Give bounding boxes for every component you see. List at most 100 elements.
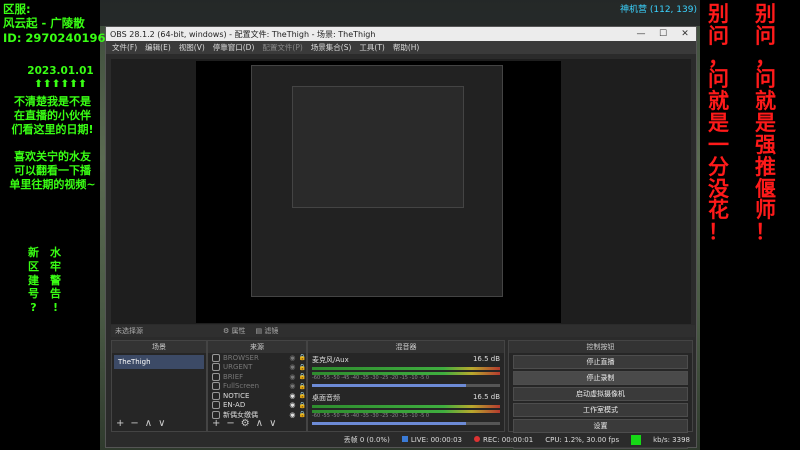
- source-name: BRIEF: [223, 372, 244, 381]
- source-name: EN-AD: [223, 401, 246, 410]
- desktop-ticks: -60 -55 -50 -45 -40 -35 -30 -25 -20 -15 …: [312, 413, 430, 419]
- window-title: OBS 28.1.2 (64-bit, windows) - 配置文件: The…: [110, 29, 376, 39]
- menu-edit[interactable]: 编辑(E): [145, 42, 171, 53]
- overlay-vertical-left: 新区建号?: [28, 246, 39, 315]
- menu-view[interactable]: 视图(V): [179, 42, 205, 53]
- status-bar: 丢帧 0 (0.0%) LIVE: 00:00:03 REC: 00:00:01…: [106, 433, 696, 447]
- remove-scene-icon[interactable]: −: [130, 418, 138, 429]
- source-name: NOTICE: [223, 391, 250, 400]
- mic-ticks: -60 -55 -50 -45 -40 -35 -30 -25 -20 -15 …: [312, 375, 430, 381]
- overlay-note-block: 不清楚我是不是 在直播的小伙伴 们看这里的日期!: [5, 95, 100, 136]
- red-col1-char: 是: [708, 111, 729, 136]
- close-icon[interactable]: ✕: [674, 29, 696, 39]
- red-col1-char: ，: [708, 45, 729, 70]
- red-col1-char: 就: [708, 89, 729, 114]
- mic-volume-slider[interactable]: [312, 384, 500, 387]
- source-settings-icon[interactable]: ⚙: [241, 418, 250, 429]
- lock-icon[interactable]: 🔒: [299, 364, 306, 371]
- overlay-right-char: 告: [50, 287, 61, 301]
- stop-streaming-button[interactable]: 停止直播: [513, 355, 688, 369]
- sources-title: 来源: [250, 343, 264, 351]
- controls-dock: 控制按钮 停止直播 停止录制 启动虚拟摄像机 工作室模式 设置 退出: [508, 340, 693, 449]
- overlay-right-char: 水: [50, 246, 61, 259]
- move-up-icon[interactable]: ∧: [145, 418, 152, 429]
- menu-docks[interactable]: 停靠窗口(D): [213, 42, 255, 53]
- red-col2-char: 推: [755, 154, 776, 179]
- menu-bar: 文件(F) 编辑(E) 视图(V) 停靠窗口(D) 配置文件(P) 场景集合(S…: [106, 41, 696, 54]
- visibility-eye-icon[interactable]: ◉: [289, 382, 295, 390]
- source-item[interactable]: URGENT ◉ 🔒: [208, 363, 306, 373]
- scene-item[interactable]: TheThigh: [114, 355, 204, 369]
- source-up-icon[interactable]: ∧: [256, 418, 263, 429]
- source-item[interactable]: FullScreen ◉ 🔒: [208, 382, 306, 392]
- source-item[interactable]: BROWSER ◉ 🔒: [208, 353, 306, 363]
- overlay-red-column-2: 别问，问就是强推偃师！: [755, 3, 776, 244]
- visibility-eye-icon[interactable]: ◉: [289, 411, 295, 419]
- lock-icon[interactable]: 🔒: [299, 411, 306, 418]
- source-type-icon: [212, 391, 220, 400]
- lock-icon[interactable]: 🔒: [299, 402, 306, 409]
- source-item[interactable]: EN-AD ◉ 🔒: [208, 401, 306, 411]
- lock-icon[interactable]: 🔒: [299, 383, 306, 390]
- visibility-eye-icon[interactable]: ◉: [289, 354, 295, 362]
- live-time: LIVE: 00:00:03: [410, 436, 463, 444]
- red-col2-char: 问: [755, 67, 776, 92]
- mixer-channel-desktop: 桌面音频 16.5 dB -60 -55 -50 -45 -40 -35 -30 …: [308, 391, 504, 427]
- source-item[interactable]: NOTICE ◉ 🔒: [208, 391, 306, 401]
- red-col2-char: ，: [755, 45, 776, 70]
- mic-volume-fill: [312, 384, 467, 387]
- overlay-note-block-2: 喜欢关宁的水友 可以翻看一下播 单里往期的视频~: [5, 150, 100, 191]
- visibility-eye-icon[interactable]: ◉: [289, 401, 295, 409]
- red-col1-char: 没: [708, 176, 729, 201]
- properties-button[interactable]: ⚙ 属性: [223, 326, 246, 336]
- move-down-icon[interactable]: ∨: [158, 418, 165, 429]
- source-name: FullScreen: [223, 382, 260, 391]
- source-down-icon[interactable]: ∨: [269, 418, 276, 429]
- scenes-footer: + − ∧ ∨: [116, 418, 165, 429]
- desktop-volume-slider[interactable]: [312, 422, 500, 425]
- overlay-line1: 区服:: [3, 2, 31, 16]
- minimize-icon[interactable]: —: [630, 29, 652, 39]
- menu-profile[interactable]: 配置文件(P): [262, 42, 302, 53]
- preview-area[interactable]: [111, 59, 691, 324]
- source-name: BROWSER: [223, 353, 259, 362]
- start-virtual-camera-button[interactable]: 启动虚拟摄像机: [513, 387, 688, 401]
- live-status: LIVE: 00:00:03: [401, 436, 463, 444]
- menu-help[interactable]: 帮助(H): [393, 42, 420, 53]
- maximize-icon[interactable]: ☐: [652, 29, 674, 39]
- menu-file[interactable]: 文件(F): [112, 42, 137, 53]
- desktop-volume-fill: [312, 422, 467, 425]
- visibility-eye-icon[interactable]: ◉: [289, 363, 295, 371]
- overlay-left-char: 新: [28, 246, 39, 259]
- settings-button[interactable]: 设置: [513, 419, 688, 433]
- controls-title: 控制按钮: [586, 343, 615, 351]
- filters-button[interactable]: ▤ 滤镜: [256, 326, 279, 336]
- red-col1-char: 别: [708, 2, 729, 26]
- lock-icon[interactable]: 🔒: [299, 392, 306, 399]
- sources-list: BROWSER ◉ 🔒 URGENT ◉ 🔒 BRIEF ◉ 🔒 FullScreen ◉ 🔒 NOTI…: [208, 353, 306, 420]
- remove-source-icon[interactable]: −: [226, 418, 234, 429]
- stop-recording-button[interactable]: 停止录制: [513, 371, 688, 385]
- add-scene-icon[interactable]: +: [116, 418, 124, 429]
- studio-mode-button[interactable]: 工作室模式: [513, 403, 688, 417]
- lock-icon[interactable]: 🔒: [299, 354, 306, 361]
- menu-scene-collection[interactable]: 场景集合(S): [311, 42, 352, 53]
- source-item[interactable]: BRIEF ◉ 🔒: [208, 372, 306, 382]
- red-col2-char: 师: [755, 198, 776, 223]
- preview-canvas[interactable]: [196, 61, 561, 323]
- scenes-dock: 场景 TheThigh + − ∧ ∨: [111, 340, 207, 432]
- menu-tools[interactable]: 工具(T): [359, 42, 384, 53]
- visibility-eye-icon[interactable]: ◉: [289, 392, 295, 400]
- red-col1-char: 问: [708, 23, 729, 48]
- overlay-arrows: ⬆⬆⬆⬆⬆⬆: [34, 78, 87, 91]
- add-source-icon[interactable]: +: [212, 418, 220, 429]
- mic-db: 16.5 dB: [472, 355, 500, 363]
- lock-icon[interactable]: 🔒: [299, 373, 306, 380]
- bitrate-indicator-icon: [631, 435, 642, 445]
- source-type-icon: [212, 372, 220, 381]
- nested-preview: [251, 65, 503, 297]
- overlay-right-char: 警: [50, 273, 61, 287]
- red-col2-char: 强: [755, 132, 776, 157]
- visibility-eye-icon[interactable]: ◉: [289, 373, 295, 381]
- cpu-status: CPU: 1.2%, 30.00 fps: [545, 436, 620, 444]
